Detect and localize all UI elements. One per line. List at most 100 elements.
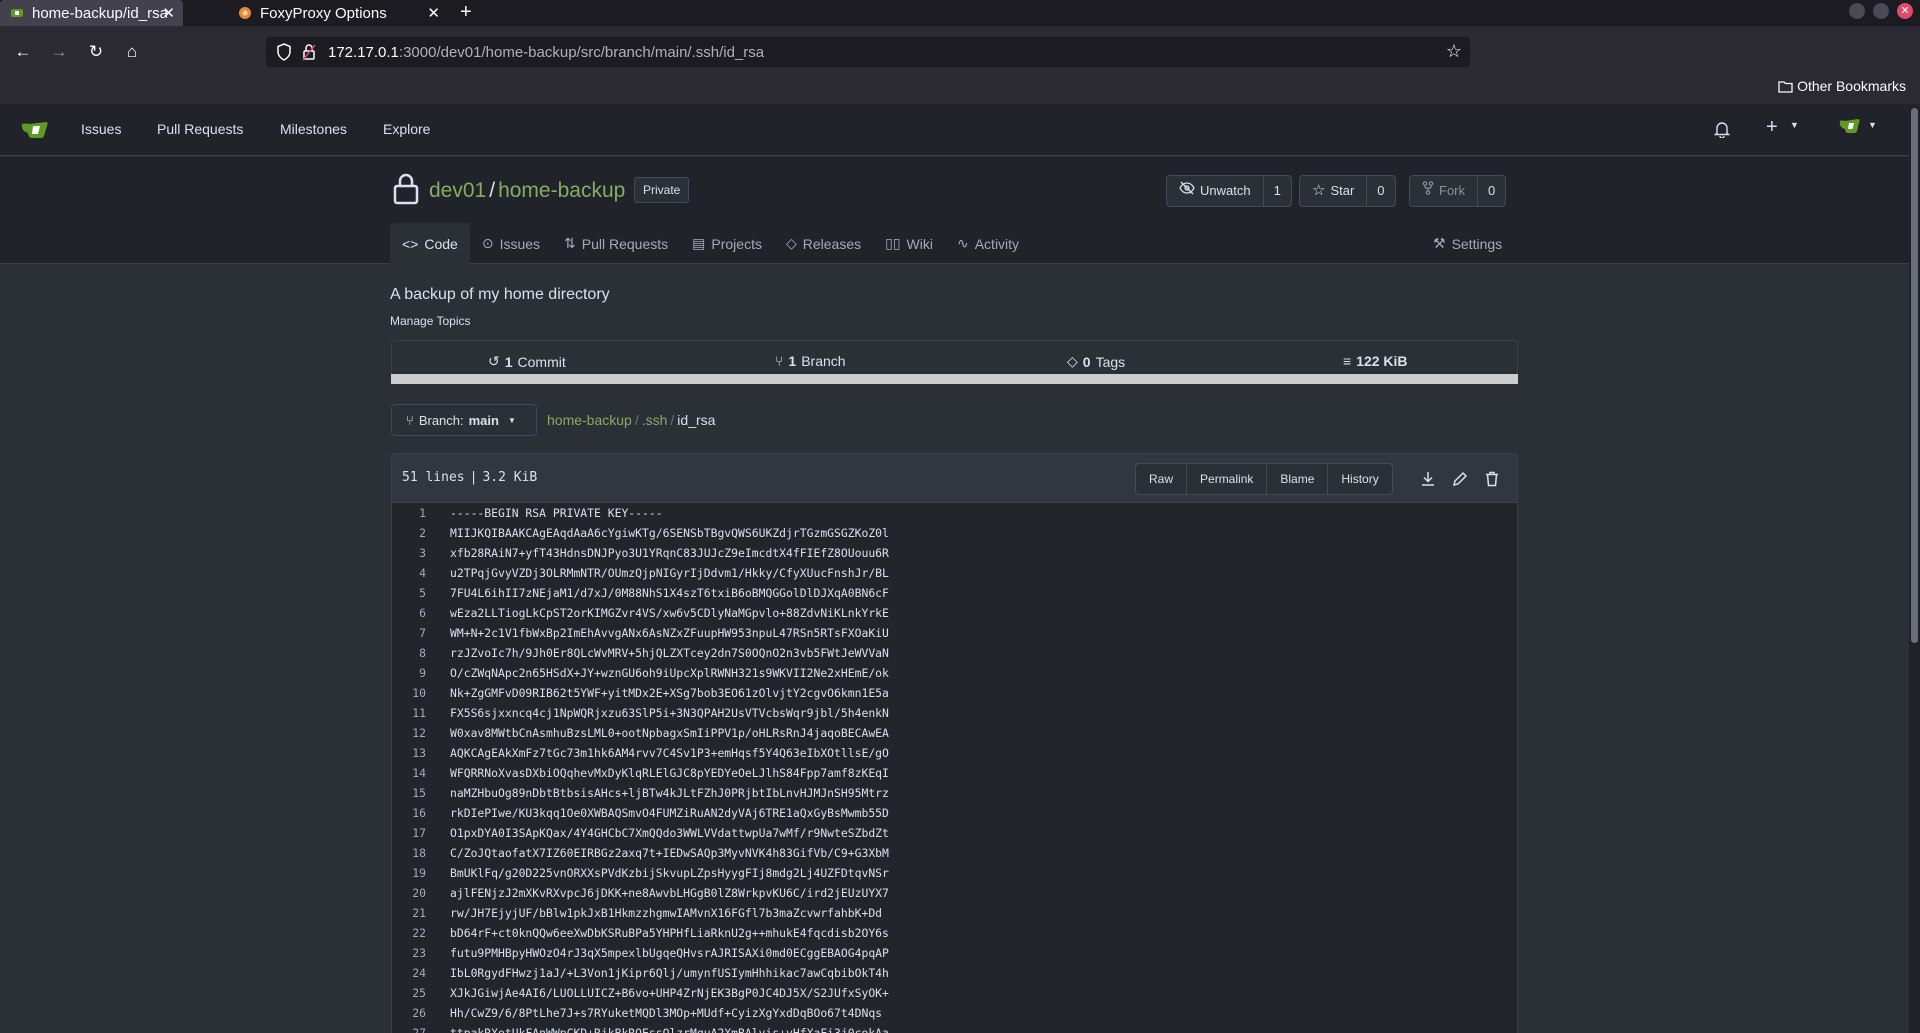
line-number[interactable]: 10	[392, 686, 428, 700]
edit-pencil-icon[interactable]	[1451, 470, 1469, 488]
unwatch-button[interactable]: Unwatch	[1167, 176, 1263, 206]
download-icon[interactable]	[1419, 470, 1437, 488]
line-number[interactable]: 19	[392, 866, 428, 880]
line-number[interactable]: 6	[392, 606, 428, 620]
back-icon[interactable]: ←	[13, 42, 33, 62]
file-header: 51 lines | 3.2 KiB Raw Permalink Blame His…	[392, 454, 1517, 503]
line-number[interactable]: 21	[392, 906, 428, 920]
scrollbar-thumb[interactable]	[1911, 108, 1918, 643]
branches-stat[interactable]: ⑂ 1 Branch	[775, 353, 846, 369]
tab-releases[interactable]: ◇ Releases	[774, 223, 873, 264]
user-avatar[interactable]	[1838, 116, 1862, 139]
branch-dropdown[interactable]: ⑂ Branch: main ▼	[391, 404, 537, 436]
breadcrumb-repo[interactable]: home-backup	[547, 412, 632, 428]
shield-icon[interactable]	[276, 43, 292, 61]
line-number[interactable]: 23	[392, 946, 428, 960]
tab-projects[interactable]: ▤ Projects	[680, 223, 774, 264]
line-number[interactable]: 24	[392, 966, 428, 980]
tab-code[interactable]: <> Code	[390, 223, 470, 264]
tag-icon: ◇	[785, 235, 797, 251]
line-number[interactable]: 15	[392, 786, 428, 800]
line-number[interactable]: 7	[392, 626, 428, 640]
code-line: 20 ajlFENjzJ2mXKvRXvpcJ6jDKK+ne8AwvbLHGgB…	[392, 883, 1517, 903]
nav-explore[interactable]: Explore	[383, 121, 430, 137]
star-count[interactable]: 0	[1366, 176, 1394, 206]
line-content: XJkJGiwjAe4AI6/LUOLLUICZ+B6vo+UHP4ZrNjEK…	[450, 986, 889, 1000]
watch-count[interactable]: 1	[1262, 176, 1291, 206]
page-scrollbar[interactable]	[1909, 104, 1920, 1033]
manage-topics-link[interactable]: Manage Topics	[390, 314, 471, 328]
tab-activity[interactable]: ∿ Activity	[945, 223, 1031, 264]
line-number[interactable]: 5	[392, 586, 428, 600]
code-line: 6 wEza2LLTiogLkCpST2orKIMGZvr4VS/xw6v5CDl…	[392, 603, 1517, 623]
forward-icon[interactable]: →	[49, 42, 69, 62]
code-line: 14 WFQRRNoXvasDXbiOQqhevMxDyKlqRLElGJC8pY…	[392, 763, 1517, 783]
line-number[interactable]: 13	[392, 746, 428, 760]
nav-issues[interactable]: Issues	[81, 121, 121, 137]
line-number[interactable]: 1	[392, 506, 428, 520]
new-tab-icon[interactable]: +	[460, 1, 472, 24]
line-number[interactable]: 18	[392, 846, 428, 860]
line-number[interactable]: 12	[392, 726, 428, 740]
line-number[interactable]: 26	[392, 1006, 428, 1020]
language-stats-bar	[391, 374, 1518, 384]
line-number[interactable]: 16	[392, 806, 428, 820]
home-icon[interactable]: ⌂	[122, 42, 142, 62]
url-bar[interactable]: 172.17.0.1:3000/dev01/home-backup/src/br…	[266, 37, 1470, 67]
notifications-bell-icon[interactable]	[1713, 120, 1731, 141]
reload-icon[interactable]: ↻	[86, 42, 106, 62]
minimize-window-icon[interactable]	[1849, 3, 1865, 19]
insecure-lock-icon[interactable]	[302, 43, 316, 61]
repo-owner-link[interactable]: dev01	[429, 179, 486, 202]
line-number[interactable]: 8	[392, 646, 428, 660]
code-line: 23 futu9PMHBpyHWOzO4rJ3qX5mpexlbUgqeQHvsr…	[392, 943, 1517, 963]
repo-title: dev01/home-backup	[429, 179, 626, 202]
line-number[interactable]: 11	[392, 706, 428, 720]
commits-stat[interactable]: ↺ 1 Commit	[488, 353, 566, 370]
line-content: rzJZvoIc7h/9Jh0Er8QLcWvMRV+5hjQLZXTcey2d…	[450, 646, 889, 660]
tab-wiki[interactable]: ▯▯ Wiki	[873, 223, 945, 264]
line-number[interactable]: 17	[392, 826, 428, 840]
trash-icon[interactable]	[1483, 470, 1501, 488]
fork-button[interactable]: Fork	[1410, 176, 1477, 206]
fork-count[interactable]: 0	[1477, 176, 1505, 206]
browser-tab[interactable]: FoxyProxy Options ✕	[228, 0, 448, 26]
close-tab-icon[interactable]: ✕	[427, 4, 440, 22]
line-number[interactable]: 22	[392, 926, 428, 940]
chevron-down-icon[interactable]: ▼	[1790, 120, 1799, 130]
tags-stat[interactable]: ◇ 0 Tags	[1067, 353, 1125, 370]
line-number[interactable]: 20	[392, 886, 428, 900]
gitea-logo-icon[interactable]	[20, 118, 50, 140]
line-number[interactable]: 4	[392, 566, 428, 580]
blame-button[interactable]: Blame	[1266, 464, 1327, 494]
permalink-button[interactable]: Permalink	[1186, 464, 1266, 494]
close-window-icon[interactable]: ✕	[1897, 3, 1913, 19]
tab-pull-requests[interactable]: ⇅ Pull Requests	[552, 223, 680, 264]
close-tab-icon[interactable]: ✕	[162, 4, 175, 22]
line-number[interactable]: 3	[392, 546, 428, 560]
browser-tab-active[interactable]: home-backup/id_rsa at m ✕	[0, 0, 183, 26]
line-number[interactable]: 9	[392, 666, 428, 680]
history-icon: ↺	[488, 353, 500, 369]
repo-name-link[interactable]: home-backup	[498, 179, 625, 202]
line-number[interactable]: 27	[392, 1026, 428, 1033]
line-number[interactable]: 14	[392, 766, 428, 780]
line-number[interactable]: 25	[392, 986, 428, 1000]
other-bookmarks[interactable]: Other Bookmarks	[1778, 78, 1906, 96]
chevron-down-icon[interactable]: ▼	[1868, 120, 1877, 130]
line-number[interactable]: 2	[392, 526, 428, 540]
nav-milestones[interactable]: Milestones	[280, 121, 347, 137]
line-content: ttpakRXotUkFAnWWpCKD+RjkBkROEssQlzrMquA2…	[450, 1026, 889, 1033]
tab-settings[interactable]: ⚒ Settings	[1433, 223, 1502, 264]
browser-tab-title: home-backup/id_rsa at m	[32, 4, 167, 22]
nav-pull-requests[interactable]: Pull Requests	[157, 121, 243, 137]
create-new-plus-icon[interactable]: +	[1766, 116, 1778, 139]
history-button[interactable]: History	[1327, 464, 1391, 494]
maximize-window-icon[interactable]	[1873, 3, 1889, 19]
bookmark-star-icon[interactable]: ☆	[1446, 41, 1462, 62]
raw-button[interactable]: Raw	[1136, 464, 1186, 494]
book-icon: ▯▯	[885, 235, 901, 251]
tab-issues[interactable]: ⊙ Issues	[470, 223, 552, 264]
breadcrumb-folder[interactable]: .ssh	[642, 412, 668, 428]
star-button[interactable]: ☆ Star	[1300, 176, 1366, 206]
